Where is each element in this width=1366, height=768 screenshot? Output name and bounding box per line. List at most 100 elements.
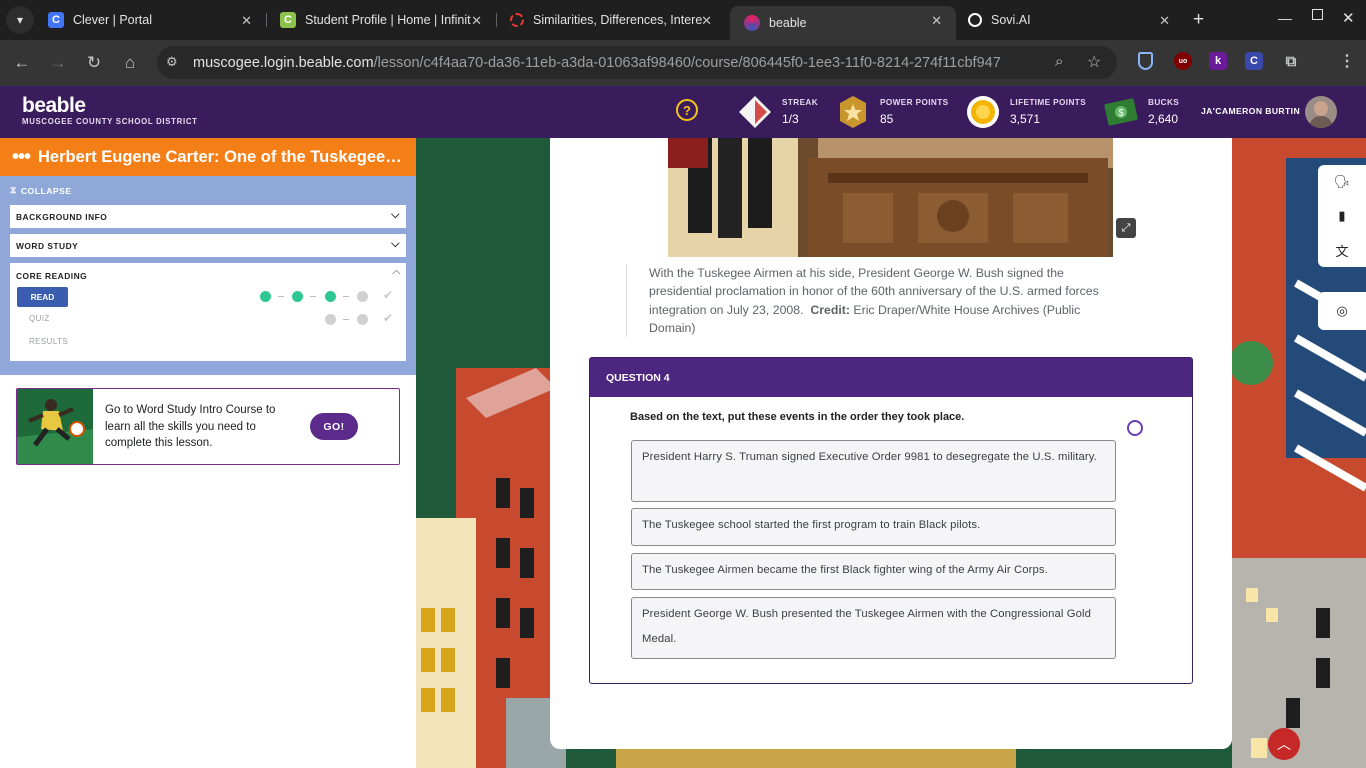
lesson-title: Herbert Eugene Carter: One of the Tuskeg…: [38, 147, 404, 166]
extensions-puzzle-icon[interactable]: ⧉: [1282, 52, 1300, 70]
streak-stat: STREAK 1/3: [738, 95, 818, 129]
tab-sovi-ai[interactable]: Sovi.AI ✕: [954, 0, 1184, 40]
power-points-icon: [840, 96, 866, 128]
tab-title: beable: [769, 16, 807, 30]
question-label: QUESTION 4: [590, 358, 1192, 397]
tab-title: Clever | Portal: [73, 13, 152, 27]
minimize-icon[interactable]: —: [1278, 10, 1292, 26]
new-tab-button[interactable]: +: [1193, 9, 1204, 31]
close-icon[interactable]: ✕: [701, 13, 712, 29]
tab-title: Student Profile | Home | Infinit: [305, 13, 471, 27]
close-icon[interactable]: ✕: [241, 13, 252, 29]
tab-title: Similarities, Differences, Intere: [533, 13, 703, 27]
infinite-campus-favicon-icon: C: [280, 12, 296, 28]
read-aloud-icon[interactable]: 🗣: [1318, 165, 1366, 199]
browser-tab-strip: ▾ C Clever | Portal ✕ C Student Profile …: [0, 0, 1366, 40]
question-prompt: Based on the text, put these events in t…: [630, 411, 965, 423]
progress-step-pending: [325, 314, 336, 325]
browser-menu-icon[interactable]: ⋮: [1338, 52, 1356, 70]
window-close-icon[interactable]: ✕: [1342, 9, 1355, 27]
home-icon[interactable]: ⌂: [118, 51, 142, 75]
sovi-favicon-icon: [968, 13, 982, 27]
address-bar[interactable]: ⚙ muscogee.login.beable.com/lesson/c4f4a…: [157, 46, 1117, 79]
lifetime-points-value: 3,571: [1010, 112, 1041, 126]
oval-office-photo: [668, 138, 1113, 257]
bucks-value: 2,640: [1148, 112, 1179, 126]
reload-icon[interactable]: ↻: [82, 51, 106, 75]
streak-icon: [739, 96, 771, 128]
progress-step-pending: [357, 291, 368, 302]
avatar[interactable]: [1305, 96, 1337, 128]
core-reading-title[interactable]: CORE READING: [10, 263, 406, 281]
url-text: muscogee.login.beable.com/lesson/c4f4aa7…: [193, 54, 1001, 71]
sortable-option[interactable]: The Tuskegee Airmen became the first Bla…: [631, 553, 1116, 590]
translate-icon[interactable]: 文: [1318, 233, 1366, 267]
restore-icon[interactable]: [1312, 9, 1323, 20]
glossary-icon[interactable]: ▮: [1318, 199, 1366, 233]
tab-student-profile[interactable]: C Student Profile | Home | Infinit ✕: [266, 0, 496, 40]
back-icon[interactable]: ←: [10, 51, 34, 75]
sortable-option[interactable]: President Harry S. Truman signed Executi…: [631, 440, 1116, 502]
close-icon[interactable]: ✕: [931, 13, 942, 29]
app-header: beable MUSCOGEE COUNTY SCHOOL DISTRICT ?…: [0, 86, 1366, 138]
expand-icon[interactable]: ⤢: [1116, 218, 1136, 238]
quiz-link[interactable]: QUIZ: [29, 314, 50, 323]
logo-text: beable: [22, 94, 86, 117]
beable-logo[interactable]: beable MUSCOGEE COUNTY SCHOOL DISTRICT: [22, 94, 198, 126]
question-box: QUESTION 4 Based on the text, put these …: [589, 357, 1193, 684]
lesson-content-card: ⤢ With the Tuskegee Airmen at his side, …: [550, 138, 1232, 749]
progress-step-complete: [325, 291, 336, 302]
section-word-study[interactable]: WORD STUDY ⌵: [10, 234, 406, 257]
tab-similarities[interactable]: Similarities, Differences, Intere ✕: [496, 0, 726, 40]
bucks-icon: $: [1104, 98, 1138, 126]
beable-favicon-icon: [744, 15, 760, 31]
credit-label: Credit:: [810, 302, 850, 317]
section-background-info[interactable]: BACKGROUND INFO ⌵: [10, 205, 406, 228]
results-link[interactable]: RESULTS: [29, 337, 68, 346]
collapse-button[interactable]: ⧖ COLLAPSE: [10, 182, 406, 199]
section-core-reading: CORE READING ⌵ READ ✔ QUIZ ✔ RESULTS: [10, 263, 406, 361]
help-icon[interactable]: ?: [676, 99, 698, 121]
sortable-option[interactable]: President George W. Bush presented the T…: [631, 597, 1116, 659]
shield-extension-icon[interactable]: [1138, 52, 1153, 70]
sortable-option[interactable]: The Tuskegee school started the first pr…: [631, 508, 1116, 546]
tab-search-button[interactable]: ▾: [6, 6, 34, 34]
close-icon[interactable]: ✕: [1159, 13, 1170, 29]
lesson-title-bar: ••• Herbert Eugene Carter: One of the Tu…: [0, 138, 416, 176]
tab-clever-portal[interactable]: C Clever | Portal ✕: [34, 0, 266, 40]
browser-toolbar: ← → ↻ ⌂ ⚙ muscogee.login.beable.com/less…: [0, 40, 1366, 86]
forward-icon[interactable]: →: [46, 51, 70, 75]
svg-text:$: $: [1118, 108, 1124, 119]
tools-icon[interactable]: ◎: [1318, 292, 1366, 330]
chevron-up-icon[interactable]: ⌵: [392, 266, 400, 279]
district-name: MUSCOGEE COUNTY SCHOOL DISTRICT: [22, 117, 198, 126]
zoom-icon[interactable]: ⌕: [1055, 53, 1063, 70]
user-name[interactable]: JA'CAMERON BURTIN: [1201, 106, 1300, 116]
clever-favicon-icon: C: [48, 12, 64, 28]
chevron-down-icon: ⌵: [391, 238, 400, 250]
promo-text: Go to Word Study Intro Course to learn a…: [105, 404, 276, 449]
kami-extension-icon[interactable]: k: [1209, 52, 1227, 70]
more-options-icon[interactable]: •••: [12, 146, 38, 169]
soccer-player-illustration: [17, 389, 93, 464]
accessibility-target-icon[interactable]: [1127, 420, 1143, 436]
lesson-sidebar: ••• Herbert Eugene Carter: One of the Tu…: [0, 138, 416, 768]
ublock-extension-icon[interactable]: uo: [1174, 52, 1192, 70]
power-points-value: 85: [880, 112, 894, 126]
bucks-stat: $ BUCKS 2,640: [1104, 95, 1179, 129]
scroll-top-icon[interactable]: ︿: [1268, 728, 1300, 760]
close-icon[interactable]: ✕: [471, 13, 482, 29]
bookmark-star-icon[interactable]: ☆: [1087, 52, 1101, 72]
progress-step-complete: [292, 291, 303, 302]
photo-caption: With the Tuskegee Airmen at his side, Pr…: [626, 264, 1126, 338]
reading-tools: 🗣 ▮ 文 ◎: [1318, 158, 1366, 334]
checkmark-icon: ✔: [383, 288, 394, 302]
read-button[interactable]: READ: [17, 287, 68, 307]
clever-extension-icon[interactable]: C: [1245, 52, 1263, 70]
tab-beable[interactable]: beable ✕: [730, 6, 956, 40]
progress-step-complete: [260, 291, 271, 302]
site-info-icon[interactable]: ⚙: [166, 54, 178, 70]
power-points-stat: POWER POINTS 85: [836, 95, 949, 129]
go-button[interactable]: GO!: [310, 413, 358, 440]
checkmark-icon: ✔: [383, 311, 394, 325]
